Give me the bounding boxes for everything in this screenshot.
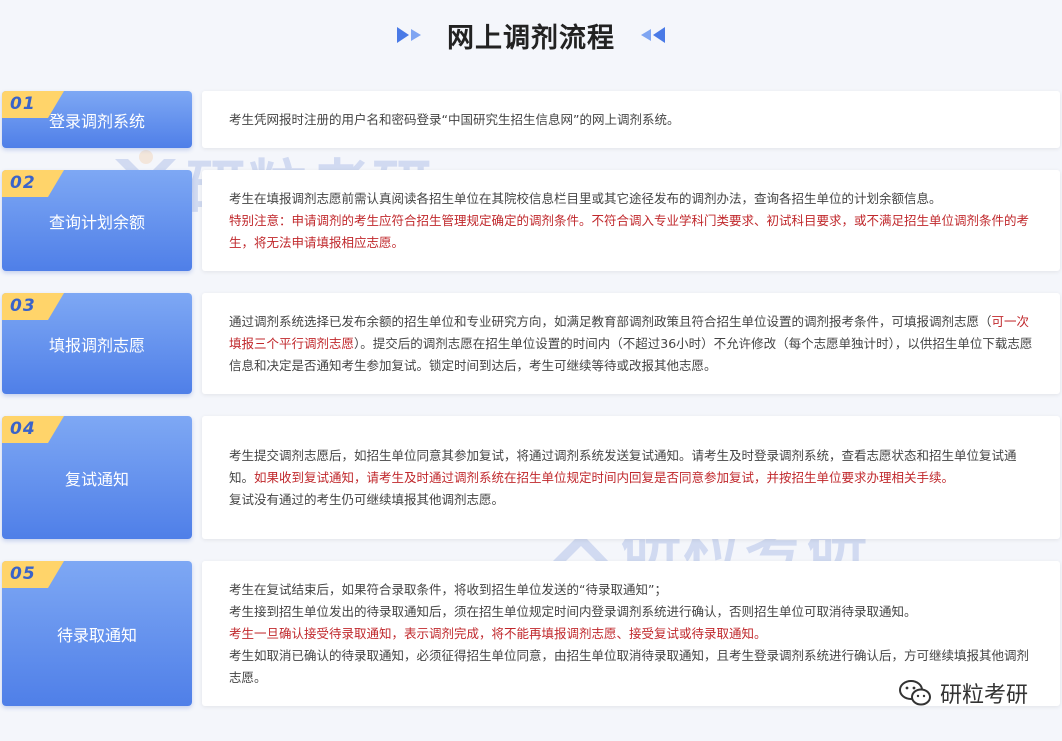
- step-badge: 05 待录取通知: [2, 561, 192, 706]
- description-paragraph: 考生一旦确认接受待录取通知，表示调剂完成，将不能再填报调剂志愿、接受复试或待录取…: [229, 623, 1036, 645]
- description-paragraph: 考生在复试结束后，如果符合录取条件，将收到招生单位发送的“待录取通知”；: [229, 579, 1036, 601]
- right-arrows-icon: [635, 25, 665, 45]
- footer-brand-text: 研粒考研: [939, 683, 1028, 708]
- highlight-text: 考生一旦确认接受待录取通知，表示调剂完成，将不能再填报调剂志愿、接受复试或待录取…: [229, 625, 767, 641]
- step-description-card: 考生凭网报时注册的用户名和密码登录“中国研究生招生信息网”的网上调剂系统。: [202, 91, 1060, 148]
- step-3: 03 填报调剂志愿 通过调剂系统选择已发布余额的招生单位和专业研究方向，如满足教育部…: [2, 293, 1060, 394]
- description-paragraph: 特别注意：申请调剂的考生应符合招生管理规定确定的调剂条件。不符合调入专业学科门类…: [229, 210, 1036, 254]
- step-label: 填报调剂志愿: [48, 335, 145, 355]
- description-text: 考生接到招生单位发出的待录取通知后，须在招生单位规定时间内登录调剂系统进行确认，…: [229, 603, 917, 619]
- page-title: 网上调剂流程: [447, 22, 615, 54]
- description-text: 考生凭网报时注册的用户名和密码登录“中国研究生招生信息网”的网上调剂系统。: [229, 111, 680, 127]
- description-text: 复试没有通过的考生仍可继续填报其他调剂志愿。: [229, 491, 505, 507]
- step-badge: 01 登录调剂系统: [2, 91, 192, 148]
- description-paragraph: 考生凭网报时注册的用户名和密码登录“中国研究生招生信息网”的网上调剂系统。: [229, 109, 1036, 131]
- step-label: 查询计划余额: [48, 212, 145, 232]
- step-label: 登录调剂系统: [48, 111, 145, 131]
- description-paragraph: 考生提交调剂志愿后，如招生单位同意其参加复试，将通过调剂系统发送复试通知。请考生…: [229, 445, 1036, 489]
- description-text: 考生在填报调剂志愿前需认真阅读各招生单位在其院校信息栏目里或其它途径发布的调剂办…: [229, 190, 942, 206]
- step-badge: 04 复试通知: [2, 416, 192, 539]
- step-badge: 03 填报调剂志愿: [2, 293, 192, 394]
- step-description-card: 考生在填报调剂志愿前需认真阅读各招生单位在其院校信息栏目里或其它途径发布的调剂办…: [202, 170, 1060, 271]
- description-paragraph: 考生在填报调剂志愿前需认真阅读各招生单位在其院校信息栏目里或其它途径发布的调剂办…: [229, 188, 1036, 210]
- step-4: 04 复试通知 考生提交调剂志愿后，如招生单位同意其参加复试，将通过调剂系统发送复试…: [2, 416, 1060, 539]
- description-text: 通过调剂系统选择已发布余额的招生单位和专业研究方向，如满足教育部调剂政策且符合招…: [229, 313, 992, 329]
- step-label: 待录取通知: [56, 625, 137, 645]
- description-paragraph: 考生接到招生单位发出的待录取通知后，须在招生单位规定时间内登录调剂系统进行确认，…: [229, 601, 1036, 623]
- wechat-icon: [898, 680, 931, 706]
- highlight-text: 如果收到复试通知，请考生及时通过调剂系统在招生单位规定时间内回复是否同意参加复试…: [254, 469, 955, 485]
- step-badge: 02 查询计划余额: [2, 170, 192, 271]
- step-label: 复试通知: [64, 469, 129, 489]
- step-description-card: 通过调剂系统选择已发布余额的招生单位和专业研究方向，如满足教育部调剂政策且符合招…: [202, 293, 1060, 394]
- highlight-text: 特别注意：申请调剂的考生应符合招生管理规定确定的调剂条件。不符合调入专业学科门类…: [229, 212, 1030, 250]
- footer-brand: 研粒考研: [898, 677, 1028, 709]
- step-2: 02 查询计划余额 考生在填报调剂志愿前需认真阅读各招生单位在其院校信息栏目里或其它…: [2, 170, 1060, 271]
- left-arrows-icon: [397, 25, 427, 45]
- description-paragraph: 通过调剂系统选择已发布余额的招生单位和专业研究方向，如满足教育部调剂政策且符合招…: [229, 311, 1036, 377]
- description-paragraph: 复试没有通过的考生仍可继续填报其他调剂志愿。: [229, 489, 1036, 511]
- page-header: 网上调剂流程: [0, 0, 1062, 70]
- step-description-card: 考生提交调剂志愿后，如招生单位同意其参加复试，将通过调剂系统发送复试通知。请考生…: [202, 416, 1060, 539]
- description-text: 考生在复试结束后，如果符合录取条件，将收到招生单位发送的“待录取通知”；: [229, 581, 667, 597]
- step-1: 01 登录调剂系统 考生凭网报时注册的用户名和密码登录“中国研究生招生信息网”的网上…: [2, 91, 1060, 148]
